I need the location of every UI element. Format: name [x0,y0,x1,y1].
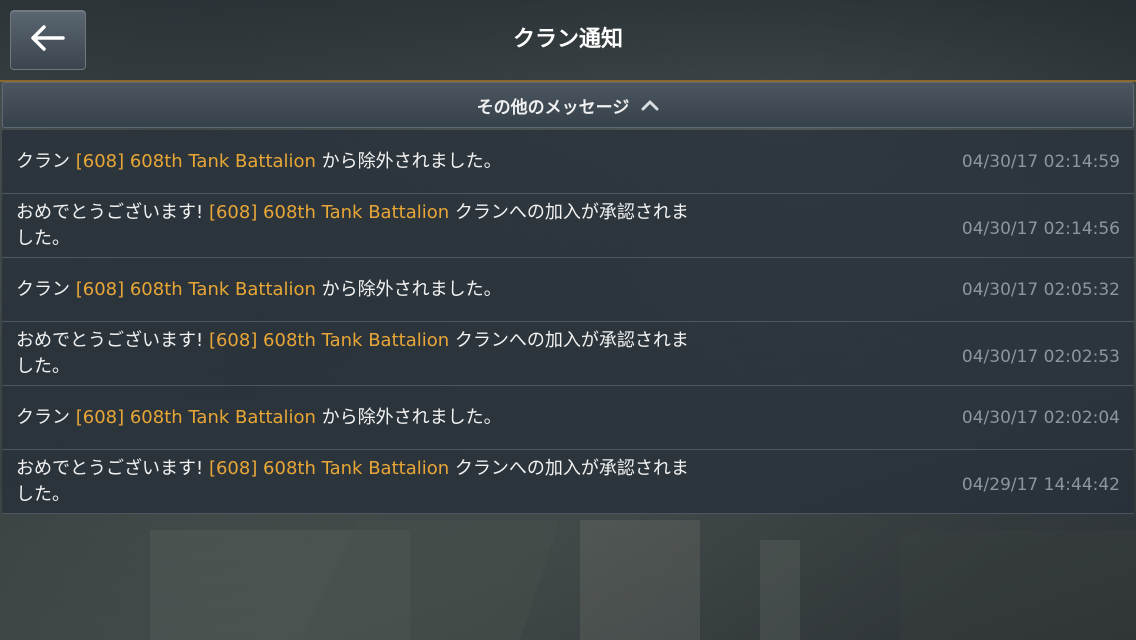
clan-name: [608] 608th Tank Battalion [75,151,316,172]
notification-list: クラン [608] 608th Tank Battalion から除外されました… [2,130,1134,514]
message-suffix: から除外されました。 [315,407,502,428]
message-prefix: クラン [16,151,76,172]
clan-name: [608] 608th Tank Battalion [208,202,450,223]
clan-notifications-screen: クラン通知 その他のメッセージ クラン [608] 608th Tank Bat… [0,0,1136,640]
notification-message: おめでとうございます! [608] 608th Tank Battalion ク… [16,456,706,508]
clan-name: [608] 608th Tank Battalion [208,458,450,479]
notification-row: おめでとうございます! [608] 608th Tank Battalion ク… [2,194,1134,258]
notification-row: クラン [608] 608th Tank Battalion から除外されました… [2,386,1134,450]
notification-row: クラン [608] 608th Tank Battalion から除外されました… [2,258,1134,322]
clan-name: [608] 608th Tank Battalion [208,330,450,351]
message-suffix: から除外されました。 [315,151,502,172]
back-button[interactable] [10,10,86,70]
message-suffix: から除外されました。 [315,279,502,300]
clan-name: [608] 608th Tank Battalion [75,279,316,300]
message-prefix: おめでとうございます! [16,202,209,223]
message-prefix: おめでとうございます! [16,458,209,479]
notification-row: おめでとうございます! [608] 608th Tank Battalion ク… [2,450,1134,514]
arrow-left-icon [30,24,66,56]
message-prefix: クラン [16,279,76,300]
message-prefix: クラン [16,407,76,428]
other-messages-toggle[interactable]: その他のメッセージ [2,82,1134,128]
notification-row: クラン [608] 608th Tank Battalion から除外されました… [2,130,1134,194]
notification-message: おめでとうございます! [608] 608th Tank Battalion ク… [16,200,706,252]
clan-name: [608] 608th Tank Battalion [75,407,316,428]
message-prefix: おめでとうございます! [16,330,209,351]
notification-timestamp: 04/29/17 14:44:42 [961,475,1120,495]
notification-timestamp: 04/30/17 02:14:59 [961,152,1120,172]
chevron-up-icon [641,99,659,111]
notification-timestamp: 04/30/17 02:02:04 [961,408,1120,428]
page-title: クラン通知 [512,27,623,52]
notification-timestamp: 04/30/17 02:02:53 [961,347,1120,367]
notification-timestamp: 04/30/17 02:14:56 [961,219,1120,239]
notification-row: おめでとうございます! [608] 608th Tank Battalion ク… [2,322,1134,386]
top-bar: クラン通知 [0,0,1136,82]
notification-message: クラン [608] 608th Tank Battalion から除外されました… [16,277,706,303]
notification-message: おめでとうございます! [608] 608th Tank Battalion ク… [16,328,706,380]
notification-timestamp: 04/30/17 02:05:32 [961,280,1120,300]
notification-message: クラン [608] 608th Tank Battalion から除外されました… [16,405,706,431]
section-label: その他のメッセージ [476,97,630,118]
notification-message: クラン [608] 608th Tank Battalion から除外されました… [16,149,706,175]
